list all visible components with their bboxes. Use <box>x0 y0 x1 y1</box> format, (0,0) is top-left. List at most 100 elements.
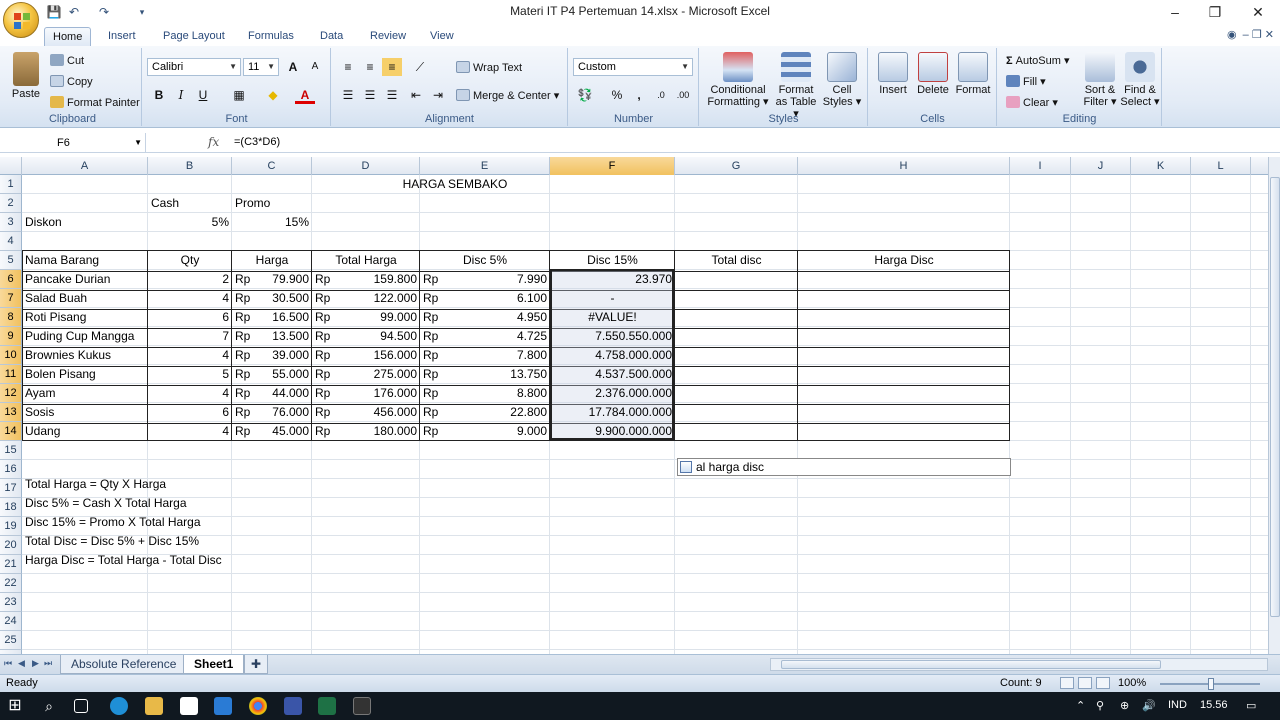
windows-start-icon[interactable]: ⊞ <box>6 697 24 715</box>
font-color-icon[interactable]: A <box>295 86 315 104</box>
sheet-nav-last-icon[interactable]: ⏭ <box>44 658 52 669</box>
conditional-formatting-button[interactable]: Conditional Formatting ▾ <box>704 52 772 108</box>
paste-button[interactable]: Paste <box>8 52 44 100</box>
table-cell-total[interactable]: 122.000 <box>312 289 420 308</box>
table-cell-qty[interactable]: 7 <box>148 327 232 346</box>
align-bottom-icon[interactable]: ≡ <box>382 58 402 76</box>
help-icon[interactable]: ◉ – ❐ ✕ <box>1227 28 1274 41</box>
merge-center-button[interactable]: Merge & Center ▾ <box>456 89 559 102</box>
autofill-options-icon[interactable] <box>680 461 692 473</box>
row-header[interactable]: 10 <box>0 346 22 365</box>
grow-font-button[interactable]: A <box>283 58 303 76</box>
formula-input[interactable]: =(C3*D6) <box>234 136 280 148</box>
table-cell-disc5[interactable]: 7.800 <box>420 346 550 365</box>
table-cell-disc15[interactable]: 4.537.500.000 <box>550 365 675 384</box>
fill-color-icon[interactable]: ◆ <box>263 86 283 104</box>
tab-view[interactable]: View <box>422 27 462 46</box>
increase-indent-icon[interactable]: ⇥ <box>428 86 448 104</box>
column-header-j[interactable]: J <box>1071 157 1131 175</box>
table-cell-harga[interactable]: 16.500 <box>232 308 312 327</box>
decrease-decimal-icon[interactable]: .00 <box>673 86 693 104</box>
column-header-c[interactable]: C <box>232 157 312 175</box>
table-cell-name[interactable]: Brownies Kukus <box>22 346 148 365</box>
taskbar-language[interactable]: IND <box>1168 699 1187 711</box>
page-layout-view-icon[interactable] <box>1078 677 1092 689</box>
tray-network-icon[interactable]: ⚲ <box>1096 699 1104 712</box>
row-header[interactable]: 24 <box>0 612 22 631</box>
header-harga[interactable]: Harga <box>232 251 312 270</box>
table-cell-total[interactable]: 275.000 <box>312 365 420 384</box>
zoom-level[interactable]: 100% <box>1118 677 1146 689</box>
table-cell-qty[interactable]: 2 <box>148 270 232 289</box>
row-header[interactable]: 1 <box>0 175 22 194</box>
horizontal-scrollbar[interactable] <box>770 658 1268 671</box>
column-header-k[interactable]: K <box>1131 157 1191 175</box>
table-cell-disc15[interactable]: - <box>550 289 675 308</box>
fill-button[interactable]: Fill ▾ <box>1006 75 1046 88</box>
font-name-combo[interactable]: Calibri ▼ <box>147 58 241 76</box>
align-left-icon[interactable]: ☰ <box>338 86 358 104</box>
cell-styles-button[interactable]: Cell Styles ▾ <box>820 52 864 108</box>
row-header[interactable]: 4 <box>0 232 22 251</box>
restore-button[interactable]: ❐ <box>1200 2 1230 22</box>
column-header-l[interactable]: L <box>1191 157 1251 175</box>
row-header[interactable]: 25 <box>0 631 22 650</box>
sheet-nav-prev-icon[interactable]: ◀ <box>18 658 25 669</box>
row-header[interactable]: 12 <box>0 384 22 403</box>
decrease-indent-icon[interactable]: ⇤ <box>406 86 426 104</box>
align-center-icon[interactable]: ☰ <box>360 86 380 104</box>
sheet-nav-first-icon[interactable]: ⏮ <box>4 658 12 669</box>
column-header-g[interactable]: G <box>675 157 798 175</box>
underline-button[interactable]: U <box>193 86 213 104</box>
tab-insert[interactable]: Insert <box>100 27 144 46</box>
notification-icon[interactable]: ▭ <box>1246 699 1256 712</box>
row-header[interactable]: 8 <box>0 308 22 327</box>
search-icon[interactable]: ⌕ <box>40 697 58 715</box>
column-header-f[interactable]: F <box>550 157 675 175</box>
table-cell-harga[interactable]: 45.000 <box>232 422 312 441</box>
table-cell-disc15[interactable]: 4.758.000.000 <box>550 346 675 365</box>
table-cell-name[interactable]: Bolen Pisang <box>22 365 148 384</box>
task-view-icon[interactable] <box>74 699 88 713</box>
align-middle-icon[interactable]: ≡ <box>360 58 380 76</box>
select-all-corner[interactable] <box>0 157 22 175</box>
tray-volume-icon[interactable]: 🔊 <box>1142 699 1156 712</box>
table-cell-total[interactable]: 159.800 <box>312 270 420 289</box>
align-right-icon[interactable]: ☰ <box>382 86 402 104</box>
table-cell-harga[interactable]: 44.000 <box>232 384 312 403</box>
cell-c2[interactable]: Promo <box>232 194 312 213</box>
note-row[interactable]: Total Disc = Disc 5% + Disc 15% <box>22 532 202 551</box>
increase-decimal-icon[interactable]: .0 <box>651 86 671 104</box>
percent-button[interactable]: % <box>607 86 627 104</box>
table-cell-total[interactable]: 156.000 <box>312 346 420 365</box>
bold-button[interactable]: B <box>149 86 169 104</box>
header-disc-15[interactable]: Disc 15% <box>550 251 675 270</box>
insert-function-icon[interactable]: fx <box>208 135 219 149</box>
table-cell-harga[interactable]: 76.000 <box>232 403 312 422</box>
table-cell-disc15[interactable]: 17.784.000.000 <box>550 403 675 422</box>
table-cell-name[interactable]: Ayam <box>22 384 148 403</box>
table-cell-disc5[interactable]: 9.000 <box>420 422 550 441</box>
wrap-text-button[interactable]: Wrap Text <box>456 61 522 74</box>
table-cell-name[interactable]: Puding Cup Mangga <box>22 327 148 346</box>
table-cell-disc5[interactable]: 13.750 <box>420 365 550 384</box>
table-cell-disc15[interactable]: 7.550.550.000 <box>550 327 675 346</box>
edge-icon[interactable] <box>110 697 128 715</box>
close-button[interactable]: ✕ <box>1243 2 1273 22</box>
cell-c3[interactable]: 15% <box>232 213 312 232</box>
note-row[interactable]: Total Harga = Qty X Harga <box>22 475 169 494</box>
table-cell-disc5[interactable]: 8.800 <box>420 384 550 403</box>
clear-button[interactable]: Clear ▾ <box>1006 96 1058 109</box>
vertical-scroll-thumb[interactable] <box>1270 177 1280 617</box>
note-row[interactable]: Disc 5% = Cash X Total Harga <box>22 494 190 513</box>
row-header[interactable]: 18 <box>0 498 22 517</box>
store-icon[interactable] <box>180 697 198 715</box>
tab-review[interactable]: Review <box>362 27 414 46</box>
autosum-button[interactable]: Σ AutoSum ▾ <box>1006 54 1070 67</box>
cell-b3[interactable]: 5% <box>148 213 232 232</box>
font-size-combo[interactable]: 11 ▼ <box>243 58 279 76</box>
table-cell-disc5[interactable]: 4.950 <box>420 308 550 327</box>
row-header[interactable]: 19 <box>0 517 22 536</box>
table-cell-harga[interactable]: 79.900 <box>232 270 312 289</box>
tray-chevron-icon[interactable]: ⌃ <box>1076 699 1085 712</box>
